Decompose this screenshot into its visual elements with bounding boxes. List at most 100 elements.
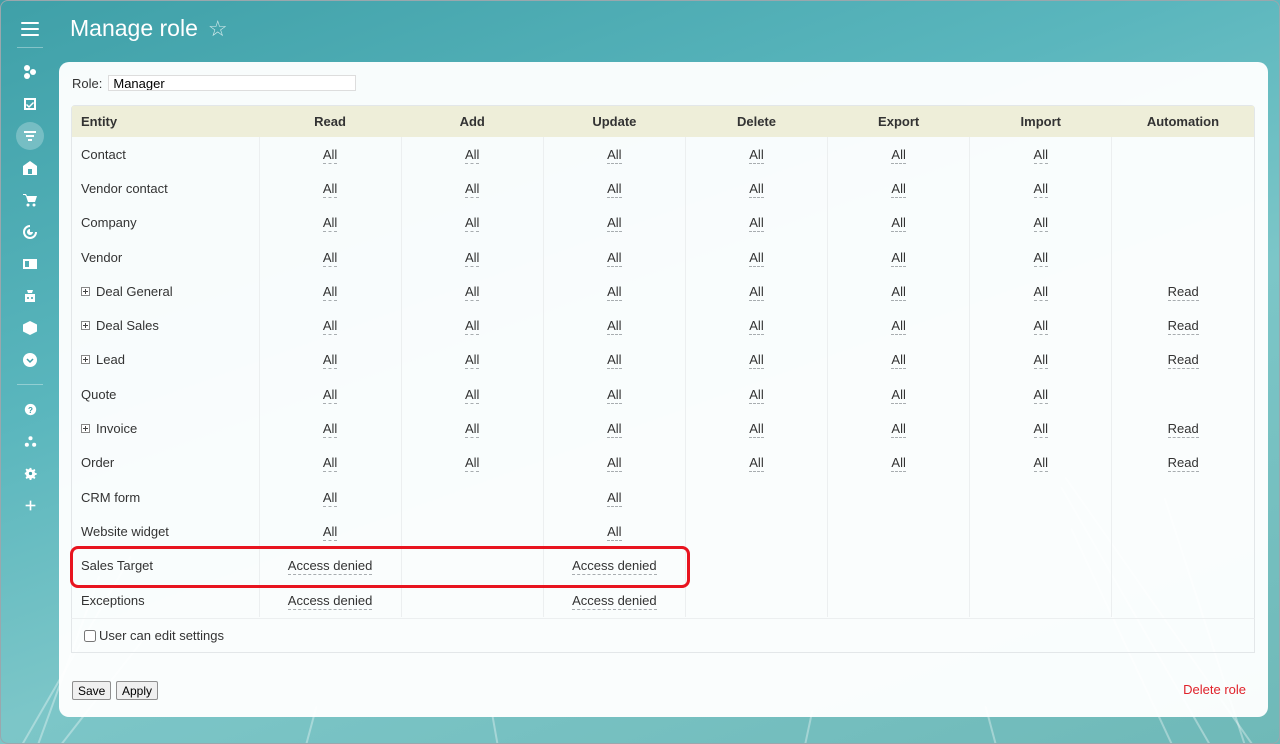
permission-value-export[interactable]: All — [891, 352, 906, 370]
permission-value-export[interactable]: All — [891, 386, 906, 404]
permission-value-add[interactable]: All — [464, 283, 480, 301]
permission-value-update[interactable]: All — [607, 215, 622, 233]
permission-value-update[interactable]: All — [607, 283, 622, 301]
permission-value-import[interactable]: All — [1033, 421, 1048, 439]
permission-value-update[interactable]: All — [607, 523, 622, 541]
permission-value-delete[interactable]: All — [749, 249, 764, 267]
expand-icon[interactable] — [81, 321, 90, 331]
delete-role-link[interactable]: Delete role — [1183, 682, 1246, 697]
marketing-icon[interactable] — [16, 218, 44, 246]
permission-value-export[interactable]: All — [891, 283, 906, 301]
permission-value-update[interactable]: Access denied — [572, 558, 657, 576]
permission-value-export[interactable]: All — [891, 455, 906, 473]
permission-value-import[interactable]: All — [1033, 455, 1048, 473]
save-button[interactable]: Save — [72, 681, 112, 700]
permission-value-read[interactable]: All — [322, 146, 338, 164]
activity-stream-icon[interactable] — [16, 58, 44, 86]
permission-value-update[interactable]: All — [607, 386, 622, 404]
automation-icon[interactable] — [16, 282, 44, 310]
tasks-icon[interactable] — [16, 90, 44, 118]
apply-button[interactable]: Apply — [116, 681, 159, 700]
expand-icon[interactable] — [81, 286, 90, 296]
permission-value-automation[interactable]: Read — [1167, 455, 1199, 473]
permission-value-read[interactable]: All — [322, 455, 338, 473]
permission-value-import[interactable]: All — [1033, 386, 1048, 404]
sitemap-icon[interactable] — [16, 427, 44, 455]
permission-value-export[interactable]: All — [891, 249, 906, 267]
inventory-icon[interactable] — [16, 314, 44, 342]
permission-value-read[interactable]: All — [322, 215, 338, 233]
permission-value-read[interactable]: Access denied — [287, 592, 373, 610]
permission-value-delete[interactable]: All — [749, 180, 764, 198]
permission-value-delete[interactable]: All — [749, 352, 764, 370]
entity-cell: CRM form — [72, 479, 260, 515]
permission-value-export[interactable]: All — [891, 421, 906, 439]
permission-value-import[interactable]: All — [1033, 215, 1048, 233]
permission-value-import[interactable]: All — [1033, 318, 1048, 336]
permission-value-delete[interactable]: All — [749, 318, 764, 336]
permission-value-export[interactable]: All — [891, 180, 906, 198]
permission-value-update[interactable]: All — [607, 318, 622, 336]
expand-icon[interactable] — [81, 355, 90, 365]
permission-value-add[interactable]: All — [464, 180, 480, 198]
permission-value-add[interactable]: All — [464, 215, 480, 233]
permission-value-read[interactable]: All — [322, 489, 338, 507]
role-name-input[interactable] — [108, 75, 357, 91]
permission-value-read[interactable]: All — [322, 249, 338, 267]
permission-value-add[interactable]: All — [464, 318, 480, 336]
menu-icon[interactable] — [19, 19, 41, 39]
permission-value-read[interactable]: All — [322, 523, 338, 541]
permission-value-read[interactable]: All — [322, 421, 338, 439]
permission-value-automation[interactable]: Read — [1167, 283, 1199, 301]
favorite-star-icon[interactable]: ☆ — [208, 17, 228, 40]
permission-value-export[interactable]: All — [891, 318, 906, 336]
crm-icon[interactable] — [16, 122, 44, 150]
permission-value-import[interactable]: All — [1033, 249, 1048, 267]
sites-icon[interactable] — [16, 154, 44, 182]
expand-icon[interactable] — [81, 424, 90, 434]
settings-icon[interactable] — [16, 459, 44, 487]
permission-value-delete[interactable]: All — [749, 215, 764, 233]
permission-value-export[interactable]: All — [891, 146, 906, 164]
permission-value-update[interactable]: All — [607, 249, 622, 267]
permission-value-add[interactable]: All — [464, 455, 480, 473]
permission-value-update[interactable]: Access denied — [572, 592, 657, 610]
permission-value-read[interactable]: All — [322, 386, 338, 404]
permission-value-import[interactable]: All — [1033, 352, 1048, 370]
permission-value-read[interactable]: All — [322, 180, 338, 198]
help-icon[interactable]: ? — [16, 395, 44, 423]
permission-value-delete[interactable]: All — [749, 421, 764, 439]
permission-value-add[interactable]: All — [464, 386, 480, 404]
permission-value-automation[interactable]: Read — [1167, 352, 1199, 370]
permission-value-delete[interactable]: All — [749, 146, 764, 164]
permission-value-export[interactable]: All — [891, 215, 906, 233]
permission-value-import[interactable]: All — [1033, 283, 1048, 301]
more-icon[interactable] — [16, 346, 44, 374]
permission-value-delete[interactable]: All — [749, 283, 764, 301]
permission-value-read[interactable]: Access denied — [287, 558, 373, 576]
permission-value-delete[interactable]: All — [749, 386, 764, 404]
permission-value-read[interactable]: All — [322, 283, 338, 301]
permission-value-update[interactable]: All — [607, 352, 622, 370]
user-can-edit-checkbox[interactable] — [84, 629, 96, 642]
permission-value-update[interactable]: All — [607, 455, 622, 473]
permission-value-automation[interactable]: Read — [1167, 318, 1199, 336]
permission-value-automation[interactable]: Read — [1167, 421, 1199, 439]
permission-value-update[interactable]: All — [607, 489, 622, 507]
permission-value-import[interactable]: All — [1033, 146, 1048, 164]
permission-value-add[interactable]: All — [464, 249, 480, 267]
shop-icon[interactable] — [16, 186, 44, 214]
permission-value-read[interactable]: All — [322, 352, 338, 370]
permission-value-update[interactable]: All — [607, 146, 622, 164]
permission-value-add[interactable]: All — [464, 146, 480, 164]
contact-center-icon[interactable] — [16, 250, 44, 278]
permission-value-delete[interactable]: All — [749, 455, 764, 473]
add-icon[interactable] — [16, 491, 44, 519]
permission-value-update[interactable]: All — [607, 180, 622, 198]
permission-value-import[interactable]: All — [1033, 180, 1048, 198]
permission-value-read[interactable]: All — [322, 318, 338, 336]
user-can-edit-label[interactable]: User can edit settings — [99, 628, 224, 643]
permission-value-add[interactable]: All — [464, 421, 480, 439]
permission-value-add[interactable]: All — [464, 352, 480, 370]
permission-value-update[interactable]: All — [607, 421, 622, 439]
